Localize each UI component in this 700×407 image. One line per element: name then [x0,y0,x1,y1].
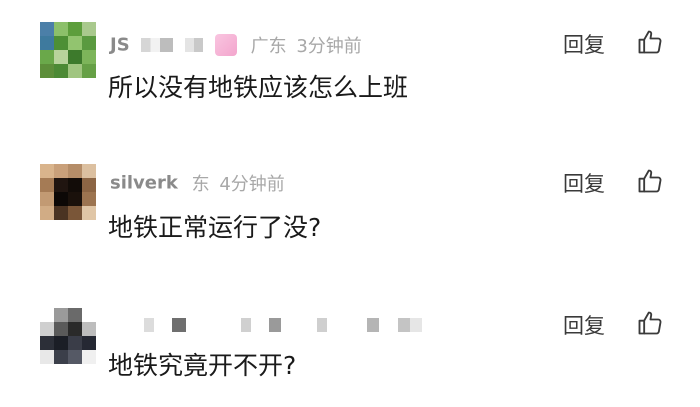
like-button[interactable] [636,167,664,195]
username[interactable]: JS [110,35,130,56]
redacted-mosaic [171,318,186,332]
thumbs-up-icon [638,30,662,54]
redacted-mosaic [144,318,154,332]
timestamp: 3分钟前 [296,36,362,57]
like-button[interactable] [636,28,664,56]
redacted-mosaic [141,38,174,52]
redacted-mosaic [398,318,423,332]
redacted-mosaic [366,318,379,332]
avatar[interactable] [40,164,96,220]
comment-meta [110,314,434,338]
comment-text: 所以没有地铁应该怎么上班 [108,73,409,102]
comment-meta: JS 广东 3分钟前 [110,32,362,57]
thumbs-up-icon [638,311,662,335]
like-button[interactable] [636,309,664,337]
reply-button[interactable]: 回复 [563,168,605,198]
timestamp: 4分钟前 [219,174,285,195]
reply-button[interactable]: 回复 [563,29,605,59]
reply-button[interactable]: 回复 [563,310,605,340]
username[interactable]: silverk [110,173,178,194]
redacted-mosaic [185,38,204,52]
avatar[interactable] [40,22,96,78]
badge-icon [214,34,237,56]
comment-text: 地铁正常运行了没? [108,213,322,242]
redacted-mosaic [241,318,252,332]
avatar[interactable] [40,308,96,364]
comment-meta: silverk 东 4分钟前 [110,170,285,196]
redacted-mosaic [316,318,327,332]
thumbs-up-icon [638,169,662,193]
redacted-mosaic [269,318,282,332]
location: 东 [191,174,210,195]
comment-text: 地铁究竟开不开? [108,351,297,380]
location: 广东 [250,36,287,57]
